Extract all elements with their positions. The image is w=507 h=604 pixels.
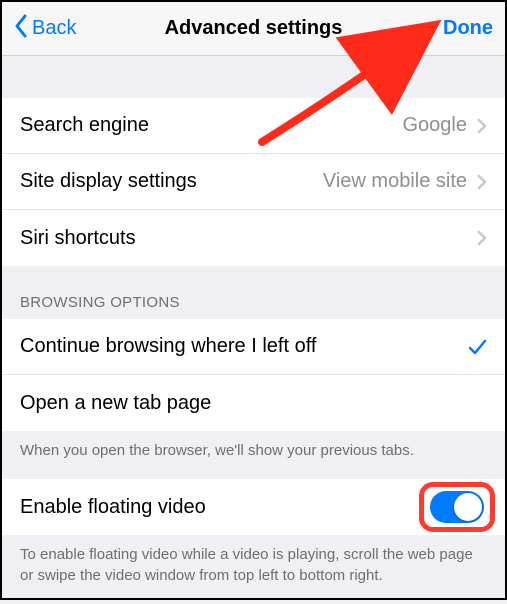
row-label: Open a new tab page bbox=[20, 392, 211, 415]
row-value-wrap: View mobile site bbox=[323, 170, 487, 193]
section-header-browsing: Browsing Options bbox=[2, 266, 505, 319]
done-button[interactable]: Done bbox=[413, 17, 493, 40]
floating-video-group: Enable floating video bbox=[2, 479, 505, 535]
browsing-options-group: Continue browsing where I left off Open … bbox=[2, 319, 505, 431]
back-label: Back bbox=[32, 17, 76, 40]
toggle-knob bbox=[454, 493, 482, 521]
page-title: Advanced settings bbox=[94, 17, 413, 40]
row-continue-browsing[interactable]: Continue browsing where I left off bbox=[2, 319, 505, 375]
row-site-display[interactable]: Site display settings View mobile site bbox=[2, 154, 505, 210]
chevron-right-icon bbox=[477, 230, 487, 246]
checkmark-icon bbox=[467, 337, 487, 357]
row-label: Enable floating video bbox=[20, 496, 206, 519]
spacer bbox=[2, 56, 505, 98]
chevron-left-icon bbox=[14, 14, 28, 44]
browsing-footer: When you open the browser, we'll show yo… bbox=[2, 431, 505, 479]
chevron-right-icon bbox=[477, 118, 487, 134]
row-search-engine[interactable]: Search engine Google bbox=[2, 98, 505, 154]
back-button[interactable]: Back bbox=[14, 14, 94, 44]
row-label: Search engine bbox=[20, 114, 149, 137]
row-value-wrap bbox=[477, 230, 487, 246]
floating-video-footer: To enable floating video while a video i… bbox=[2, 535, 505, 604]
row-label: Site display settings bbox=[20, 170, 197, 193]
row-siri-shortcuts[interactable]: Siri shortcuts bbox=[2, 210, 505, 266]
row-value-wrap: Google bbox=[403, 114, 488, 137]
row-value: Google bbox=[403, 114, 468, 137]
row-floating-video: Enable floating video bbox=[2, 479, 505, 535]
chevron-right-icon bbox=[477, 174, 487, 190]
settings-group: Search engine Google Site display settin… bbox=[2, 98, 505, 266]
row-label: Siri shortcuts bbox=[20, 227, 136, 250]
annotation-highlight bbox=[419, 482, 495, 532]
row-value: View mobile site bbox=[323, 170, 467, 193]
floating-video-toggle[interactable] bbox=[430, 491, 484, 523]
navbar: Back Advanced settings Done bbox=[2, 2, 505, 56]
row-label: Continue browsing where I left off bbox=[20, 335, 316, 358]
row-open-new-tab[interactable]: Open a new tab page bbox=[2, 375, 505, 431]
